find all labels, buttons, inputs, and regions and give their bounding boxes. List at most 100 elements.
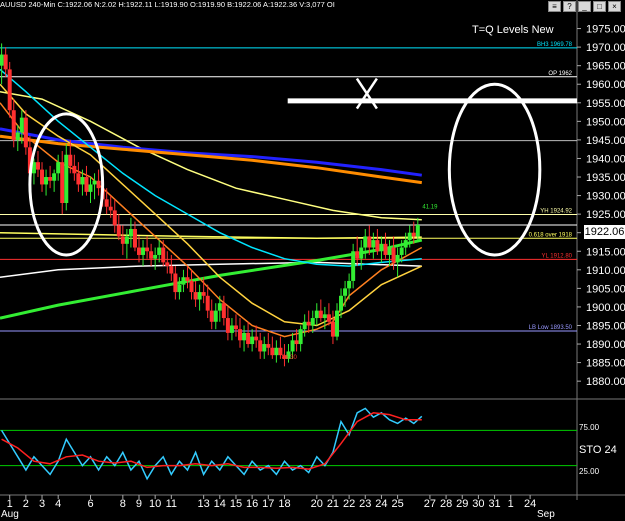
candle-body xyxy=(185,277,190,281)
candle-body xyxy=(92,180,97,185)
price-tick-label: 1915.00 xyxy=(586,246,625,258)
candle-body xyxy=(306,321,311,326)
date-tick-label: 16 xyxy=(246,498,258,510)
current-price-tag: 1922.06 xyxy=(584,225,625,239)
candle-body xyxy=(177,284,182,293)
date-tick-label: 17 xyxy=(262,498,274,510)
candle-body xyxy=(15,132,20,140)
candle-body xyxy=(40,169,45,185)
oscillator-tick-label: 75.00 xyxy=(579,423,600,432)
candle-body xyxy=(233,325,238,330)
candle-body xyxy=(258,340,263,352)
date-tick-label: 11 xyxy=(166,498,177,510)
candle-body xyxy=(189,280,194,293)
candle-body xyxy=(128,228,133,237)
date-tick-label: 29 xyxy=(456,498,468,510)
level-label: YH 1924.92 xyxy=(540,209,572,215)
candle-body xyxy=(0,54,4,66)
price-tick-label: 1970.00 xyxy=(586,42,625,54)
candle-body xyxy=(217,303,222,311)
candle-body xyxy=(157,247,162,255)
candle-body xyxy=(23,117,28,148)
date-tick-label: 9 xyxy=(136,498,142,510)
candle-body xyxy=(262,344,267,352)
candle-body xyxy=(145,247,150,252)
price-tick-label: 1900.00 xyxy=(586,302,625,314)
price-tick-label: 1910.00 xyxy=(586,265,625,277)
candle-body xyxy=(254,336,259,341)
candle-body xyxy=(266,344,271,348)
candle-body xyxy=(44,177,49,185)
candle-body xyxy=(136,247,141,255)
candle-body xyxy=(310,318,315,326)
candle-body xyxy=(60,162,65,203)
candle-body xyxy=(56,162,61,174)
level-label: 0.618 over 1918 xyxy=(529,232,573,238)
candle-body xyxy=(330,321,335,337)
window-maximize-button[interactable]: □ xyxy=(593,1,606,12)
price-tick-label: 1945.00 xyxy=(586,135,625,147)
candle-body xyxy=(375,240,380,252)
candle-body xyxy=(19,117,24,133)
candle-body xyxy=(48,177,53,181)
date-tick-label: 14 xyxy=(214,498,226,510)
candle-body xyxy=(88,184,93,192)
price-tick-label: 1960.00 xyxy=(586,79,625,91)
candle-body xyxy=(290,340,295,352)
candle-body xyxy=(302,321,307,330)
candle-body xyxy=(339,295,344,311)
date-tick-label: 27 xyxy=(424,498,436,510)
candle-body xyxy=(213,310,218,322)
date-tick-label: 1 xyxy=(508,498,514,510)
window-help-button[interactable]: ? xyxy=(563,1,576,12)
date-tick-label: 20 xyxy=(311,498,323,510)
candle-body xyxy=(391,247,396,263)
month-label-sep: Sep xyxy=(537,509,555,520)
date-tick-label: 24 xyxy=(524,498,536,510)
date-tick-label: 13 xyxy=(198,498,210,510)
candle-body xyxy=(403,240,408,248)
candle-body xyxy=(197,292,202,300)
level-label: YL 1912.80 xyxy=(542,253,573,259)
price-tick-label: 1925.00 xyxy=(586,209,625,221)
candle-body xyxy=(351,251,356,281)
level-label: BH3 1969.78 xyxy=(537,42,573,48)
candle-body xyxy=(173,273,178,293)
candle-value-label: 41.19 xyxy=(422,205,438,211)
window-minimize-button[interactable]: _ xyxy=(578,1,591,12)
price-tick-label: 1955.00 xyxy=(586,98,625,110)
candle-body xyxy=(367,236,372,248)
candle-body xyxy=(246,332,251,345)
candle-body xyxy=(238,329,243,341)
candle-body xyxy=(84,177,89,192)
window-menu-button[interactable]: ≡ xyxy=(548,1,561,12)
date-tick-label: 31 xyxy=(488,498,500,510)
level-label: LB Low 1893.50 xyxy=(529,325,573,331)
candle-body xyxy=(96,180,101,189)
date-tick-label: 22 xyxy=(343,498,355,510)
oscillator-label: STO 24 xyxy=(579,444,617,456)
candle-body xyxy=(193,292,198,300)
price-chart: BH3 1969.78 OP 1962 YH 1924.92 0.618 over 1… xyxy=(0,0,625,521)
candle-body xyxy=(221,303,226,319)
price-tick-label: 1950.00 xyxy=(586,116,625,128)
candle-body xyxy=(250,336,255,345)
candle-body xyxy=(181,277,186,285)
candle-body xyxy=(201,292,206,296)
candle-body xyxy=(76,173,81,185)
symbol-info-bar: AUUSD 240-Min C:1922.06 N:2.02 H:1922.11… xyxy=(0,0,335,9)
candle-body xyxy=(322,314,327,319)
candle-body xyxy=(274,347,279,356)
date-tick-label: 23 xyxy=(359,498,371,510)
window-close-button[interactable]: × xyxy=(608,1,621,12)
candle-body xyxy=(379,243,384,252)
candle-body xyxy=(64,154,69,203)
candle-body xyxy=(318,310,323,319)
candle-body xyxy=(116,225,121,237)
date-tick-label: 2 xyxy=(23,498,29,510)
candle-body xyxy=(270,347,275,356)
candle-body xyxy=(11,110,16,140)
candle-body xyxy=(383,243,388,255)
candle-body xyxy=(343,288,348,296)
price-tick-label: 1905.00 xyxy=(586,283,625,295)
